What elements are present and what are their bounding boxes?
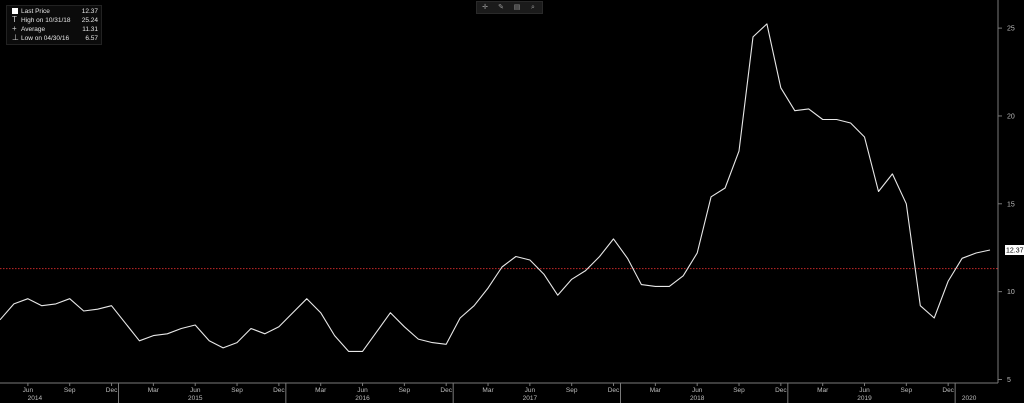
year-label: 2014 [28,395,43,402]
year-label: 2015 [188,395,203,402]
x-tick-label: Jun [692,387,703,394]
zoom-icon[interactable]: ⌕ [525,2,541,13]
year-label: 2016 [355,395,370,402]
year-label: 2020 [962,395,977,402]
legend-label: Low on 04/30/16 [21,35,70,42]
year-label: 2018 [690,395,705,402]
x-tick-label: Sep [901,387,913,394]
x-tick-label: Sep [566,387,578,394]
x-tick-label: Dec [106,387,118,394]
x-tick-label: Jun [357,387,368,394]
x-tick-label: Jun [859,387,870,394]
low-marker-icon: ⊥ [12,33,19,42]
x-tick-label: Jun [23,387,34,394]
legend-value: 11.31 [82,26,98,33]
y-tick-label: 15 [1007,201,1015,208]
legend-item-low: ⊥ Low on 04/30/16 6.57 [11,33,98,43]
legend-value: 25.24 [81,17,98,24]
legend-label: Last Price [21,8,50,15]
x-tick-label: Jun [190,387,201,394]
y-tick-label: 20 [1007,113,1015,120]
x-tick-label: Mar [315,387,327,394]
legend-item-average: + Average 11.31 [11,24,98,34]
legend-item-last-price: Last Price 12.37 [11,7,98,16]
legend-value: 12.37 [81,8,98,15]
x-tick-label: Dec [440,387,452,394]
y-tick-label: 25 [1007,26,1015,33]
year-label: 2019 [857,395,872,402]
x-tick-label: Mar [817,387,829,394]
crosshair-icon[interactable]: ✛ [477,2,493,13]
x-tick-label: Dec [273,387,285,394]
legend-label: Average [21,26,46,33]
pencil-icon[interactable]: ✎ [493,2,509,13]
x-tick-label: Mar [148,387,160,394]
y-tick-label: 5 [1007,377,1011,384]
price-series-line [0,23,991,352]
chart-toolbar: ✛ ✎ ▤ ⌕ [476,1,543,14]
x-tick-label: Sep [64,387,76,394]
x-tick-label: Dec [608,387,620,394]
legend-item-high: T High on 10/31/18 25.24 [11,15,98,25]
last-value-label: 12.37 [1006,248,1024,255]
legend-label: High on 10/31/18 [21,17,71,24]
x-tick-label: Mar [650,387,662,394]
x-tick-label: Sep [399,387,411,394]
year-label: 2017 [523,395,538,402]
x-tick-label: Jun [525,387,536,394]
legend-value: 6.57 [85,35,98,42]
y-tick-label: 10 [1007,289,1015,296]
x-tick-label: Sep [733,387,745,394]
x-tick-label: Dec [942,387,954,394]
x-tick-label: Mar [482,387,494,394]
x-tick-label: Dec [775,387,787,394]
layers-icon[interactable]: ▤ [509,2,525,13]
x-tick-label: Sep [231,387,243,394]
chart-legend: Last Price 12.37 T High on 10/31/18 25.2… [6,5,102,45]
price-chart: 5 10 15 20 25 Jun Sep Dec Mar Jun Sep Dec Mar Jun Sep D… [0,0,1024,403]
